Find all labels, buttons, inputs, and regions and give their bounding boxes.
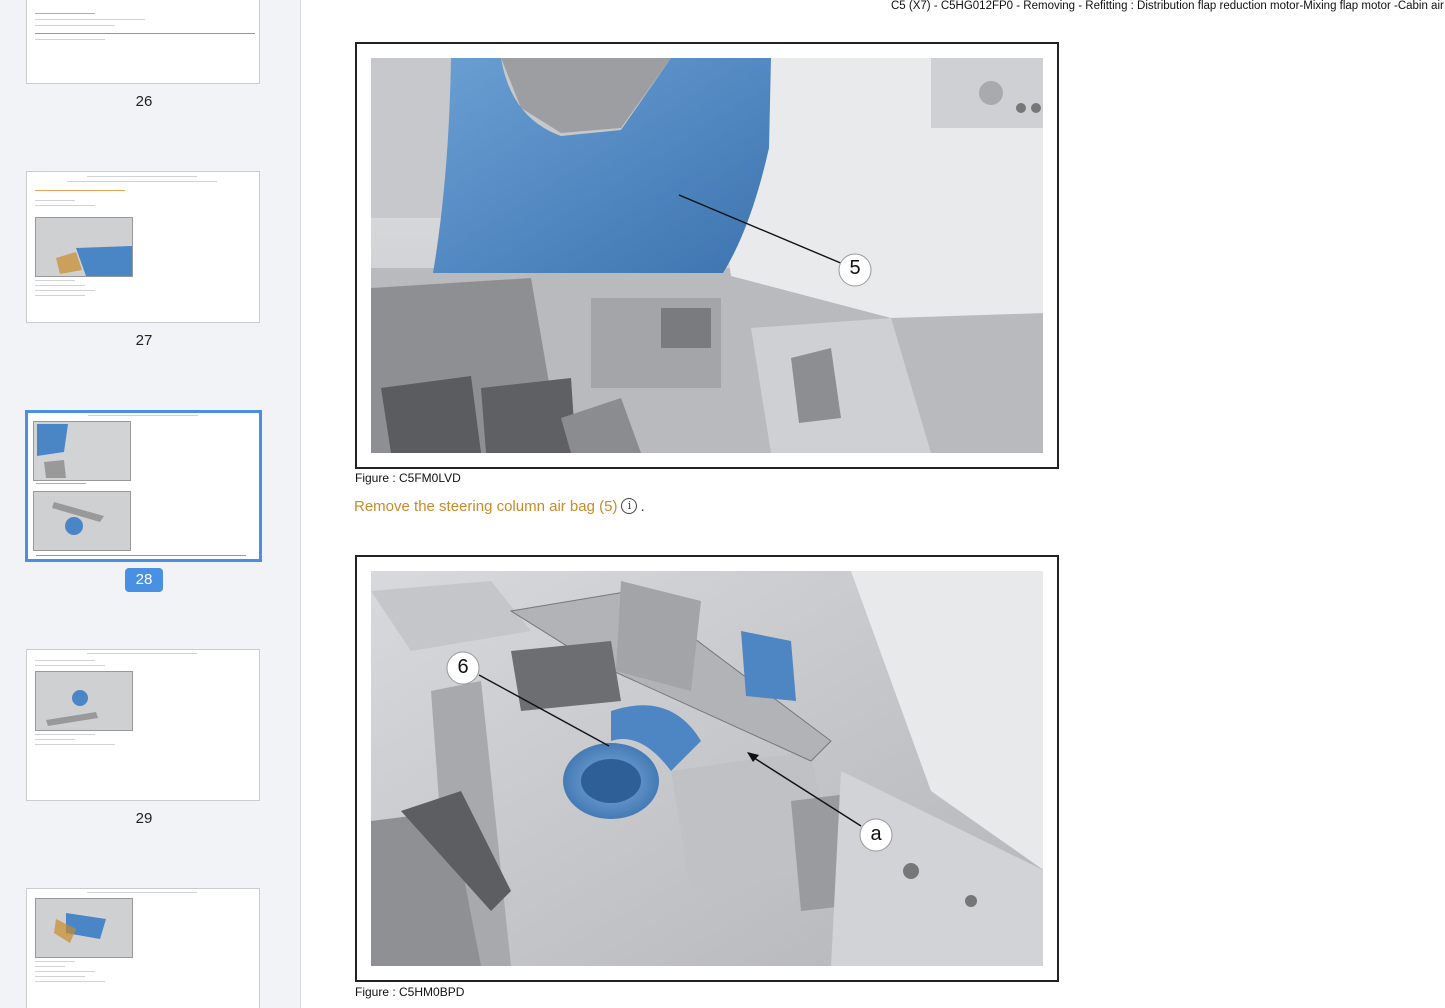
instruction-label: Remove the steering column air bag (5) <box>354 498 618 515</box>
instruction-suffix: . <box>640 498 645 515</box>
thumbnail-figure <box>33 491 131 551</box>
figure-connector: 6 a <box>355 555 1059 982</box>
info-icon[interactable]: i <box>621 498 638 514</box>
callout-label-a: a <box>870 823 882 845</box>
page-thumbnail-27[interactable] <box>26 171 260 323</box>
document-header: C5 (X7) - C5HG012FP0 - Removing - Refitt… <box>891 0 1445 12</box>
figure-airbag: 5 <box>355 42 1059 469</box>
page-thumbnail-30[interactable] <box>26 888 260 1008</box>
page-number-27: 27 <box>135 332 153 349</box>
figure-caption-2: Figure : C5HM0BPD <box>355 985 465 999</box>
page-number-26: 26 <box>135 93 153 110</box>
page-thumbnail-26[interactable] <box>26 0 260 84</box>
page-thumbnail-29[interactable] <box>26 649 260 801</box>
thumbnail-figure <box>35 671 133 731</box>
thumbnail-figure <box>33 421 131 481</box>
page-number-29: 29 <box>135 810 153 827</box>
thumbnail-figure <box>35 898 133 958</box>
thumbnail-figure <box>35 217 133 277</box>
figure-caption-1: Figure : C5FM0LVD <box>355 471 461 485</box>
instruction-text: Remove the steering column air bag (5) i. <box>354 498 645 515</box>
figure-image: 6 a <box>371 571 1043 966</box>
figure-image: 5 <box>371 58 1043 453</box>
thumbnail-sidebar[interactable]: 26 27 28 29 <box>0 0 301 1008</box>
document-view[interactable]: C5 (X7) - C5HG012FP0 - Removing - Refitt… <box>301 0 1445 1008</box>
callout-label-6: 6 <box>457 656 469 678</box>
callout-label-5: 5 <box>849 257 861 279</box>
page-thumbnail-28[interactable] <box>25 410 262 562</box>
page-number-28: 28 <box>125 568 163 592</box>
